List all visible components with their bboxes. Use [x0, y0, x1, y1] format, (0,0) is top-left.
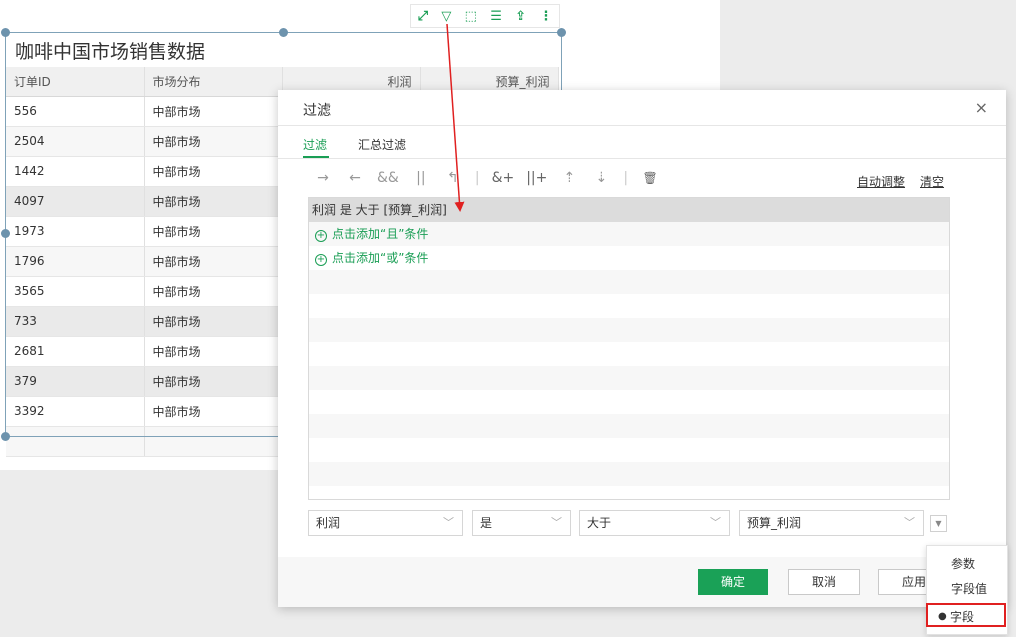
resize-handle[interactable] [557, 28, 566, 37]
value-select-value: 预算_利润 [747, 516, 802, 530]
empty-row [309, 462, 949, 486]
move-left-icon[interactable]: ← [345, 170, 365, 186]
value-type-dropdown[interactable]: ▼ [930, 515, 947, 532]
chevron-down-icon: ﹀ [710, 516, 721, 529]
undo-icon[interactable]: ↰ [443, 170, 463, 186]
or-icon[interactable]: || [411, 170, 431, 186]
tab-summary-filter[interactable]: 汇总过滤 [358, 136, 406, 153]
close-icon[interactable]: × [975, 98, 988, 117]
menu-item-field-value[interactable]: 字段值 [927, 577, 1007, 601]
chevron-down-icon: ﹀ [904, 516, 915, 529]
resize-handle[interactable] [1, 229, 10, 238]
empty-row [309, 390, 949, 414]
condition-toolbar: → ← && || ↰ | &+ ||+ ⇡ ⇣ | 🗑 [313, 170, 660, 186]
resize-handle[interactable] [1, 432, 10, 441]
empty-row [309, 342, 949, 366]
empty-row [309, 294, 949, 318]
list-icon[interactable]: ☰ [490, 10, 502, 23]
cancel-button[interactable]: 取消 [788, 569, 860, 595]
filter-dialog: 过滤 × 过滤 汇总过滤 → ← && || ↰ | &+ ||+ ⇡ ⇣ | … [278, 90, 1006, 607]
ok-button[interactable]: 确定 [698, 569, 768, 595]
chevron-down-icon: ﹀ [551, 516, 562, 529]
empty-row [309, 486, 949, 499]
auto-adjust-link[interactable]: 自动调整 [857, 173, 905, 190]
divider [278, 158, 1006, 159]
export-icon[interactable]: ⇪ [515, 10, 526, 23]
filter-icon[interactable]: ▽ [441, 10, 451, 23]
add-and-icon[interactable]: &+ [492, 170, 515, 186]
divider [278, 125, 1006, 126]
resize-handle[interactable] [279, 28, 288, 37]
tab-filter[interactable]: 过滤 [303, 136, 327, 153]
expand-icon[interactable]: ⤢ [418, 10, 428, 23]
add-and-label: 点击添加“且”条件 [332, 227, 429, 241]
bullet-icon: ● [938, 611, 947, 622]
toolbar-separator: | [623, 170, 629, 186]
menu-item-field-label: 字段 [950, 610, 975, 624]
clear-link[interactable]: 清空 [920, 173, 944, 190]
operator-select-value: 大于 [587, 516, 612, 530]
add-circle-icon: + [315, 254, 327, 266]
menu-item-parameter[interactable]: 参数 [927, 552, 1007, 576]
negation-select[interactable]: 是 ﹀ [472, 510, 571, 536]
toolbar-separator: | [474, 170, 480, 186]
move-down-icon[interactable]: ⇣ [591, 170, 611, 186]
value-select[interactable]: 预算_利润 ﹀ [739, 510, 924, 536]
dialog-title: 过滤 [303, 103, 331, 119]
and-icon[interactable]: && [377, 170, 399, 186]
field-select-value: 利润 [316, 516, 341, 530]
empty-row [309, 270, 949, 294]
component-toolbar: ⤢ ▽ ⬚ ☰ ⇪ ⋮ [410, 4, 560, 28]
condition-list: 利润 是 大于 [预算_利润] + 点击添加“且”条件 + 点击添加“或”条件 [308, 197, 950, 500]
empty-row [309, 414, 949, 438]
delete-icon[interactable]: 🗑 [640, 171, 660, 185]
chevron-down-icon: ﹀ [443, 516, 454, 529]
add-circle-icon: + [315, 230, 327, 242]
field-select[interactable]: 利润 ﹀ [308, 510, 463, 536]
more-icon[interactable]: ⋮ [539, 10, 552, 23]
empty-row [309, 366, 949, 390]
move-up-icon[interactable]: ⇡ [559, 170, 579, 186]
value-type-menu: 参数 字段值 ● 字段 [926, 545, 1008, 635]
condition-row[interactable]: 利润 是 大于 [预算_利润] [309, 198, 949, 222]
add-and-condition-link[interactable]: + 点击添加“且”条件 [309, 222, 949, 246]
negation-select-value: 是 [480, 516, 493, 530]
operator-select[interactable]: 大于 ﹀ [579, 510, 730, 536]
add-or-label: 点击添加“或”条件 [332, 251, 429, 265]
empty-row [309, 318, 949, 342]
move-right-icon[interactable]: → [313, 170, 333, 186]
add-or-condition-link[interactable]: + 点击添加“或”条件 [309, 246, 949, 270]
menu-item-field[interactable]: ● 字段 [926, 603, 1006, 627]
empty-row [309, 438, 949, 462]
resize-handle[interactable] [1, 28, 10, 37]
add-or-icon[interactable]: ||+ [526, 170, 547, 186]
select-icon[interactable]: ⬚ [465, 10, 477, 23]
